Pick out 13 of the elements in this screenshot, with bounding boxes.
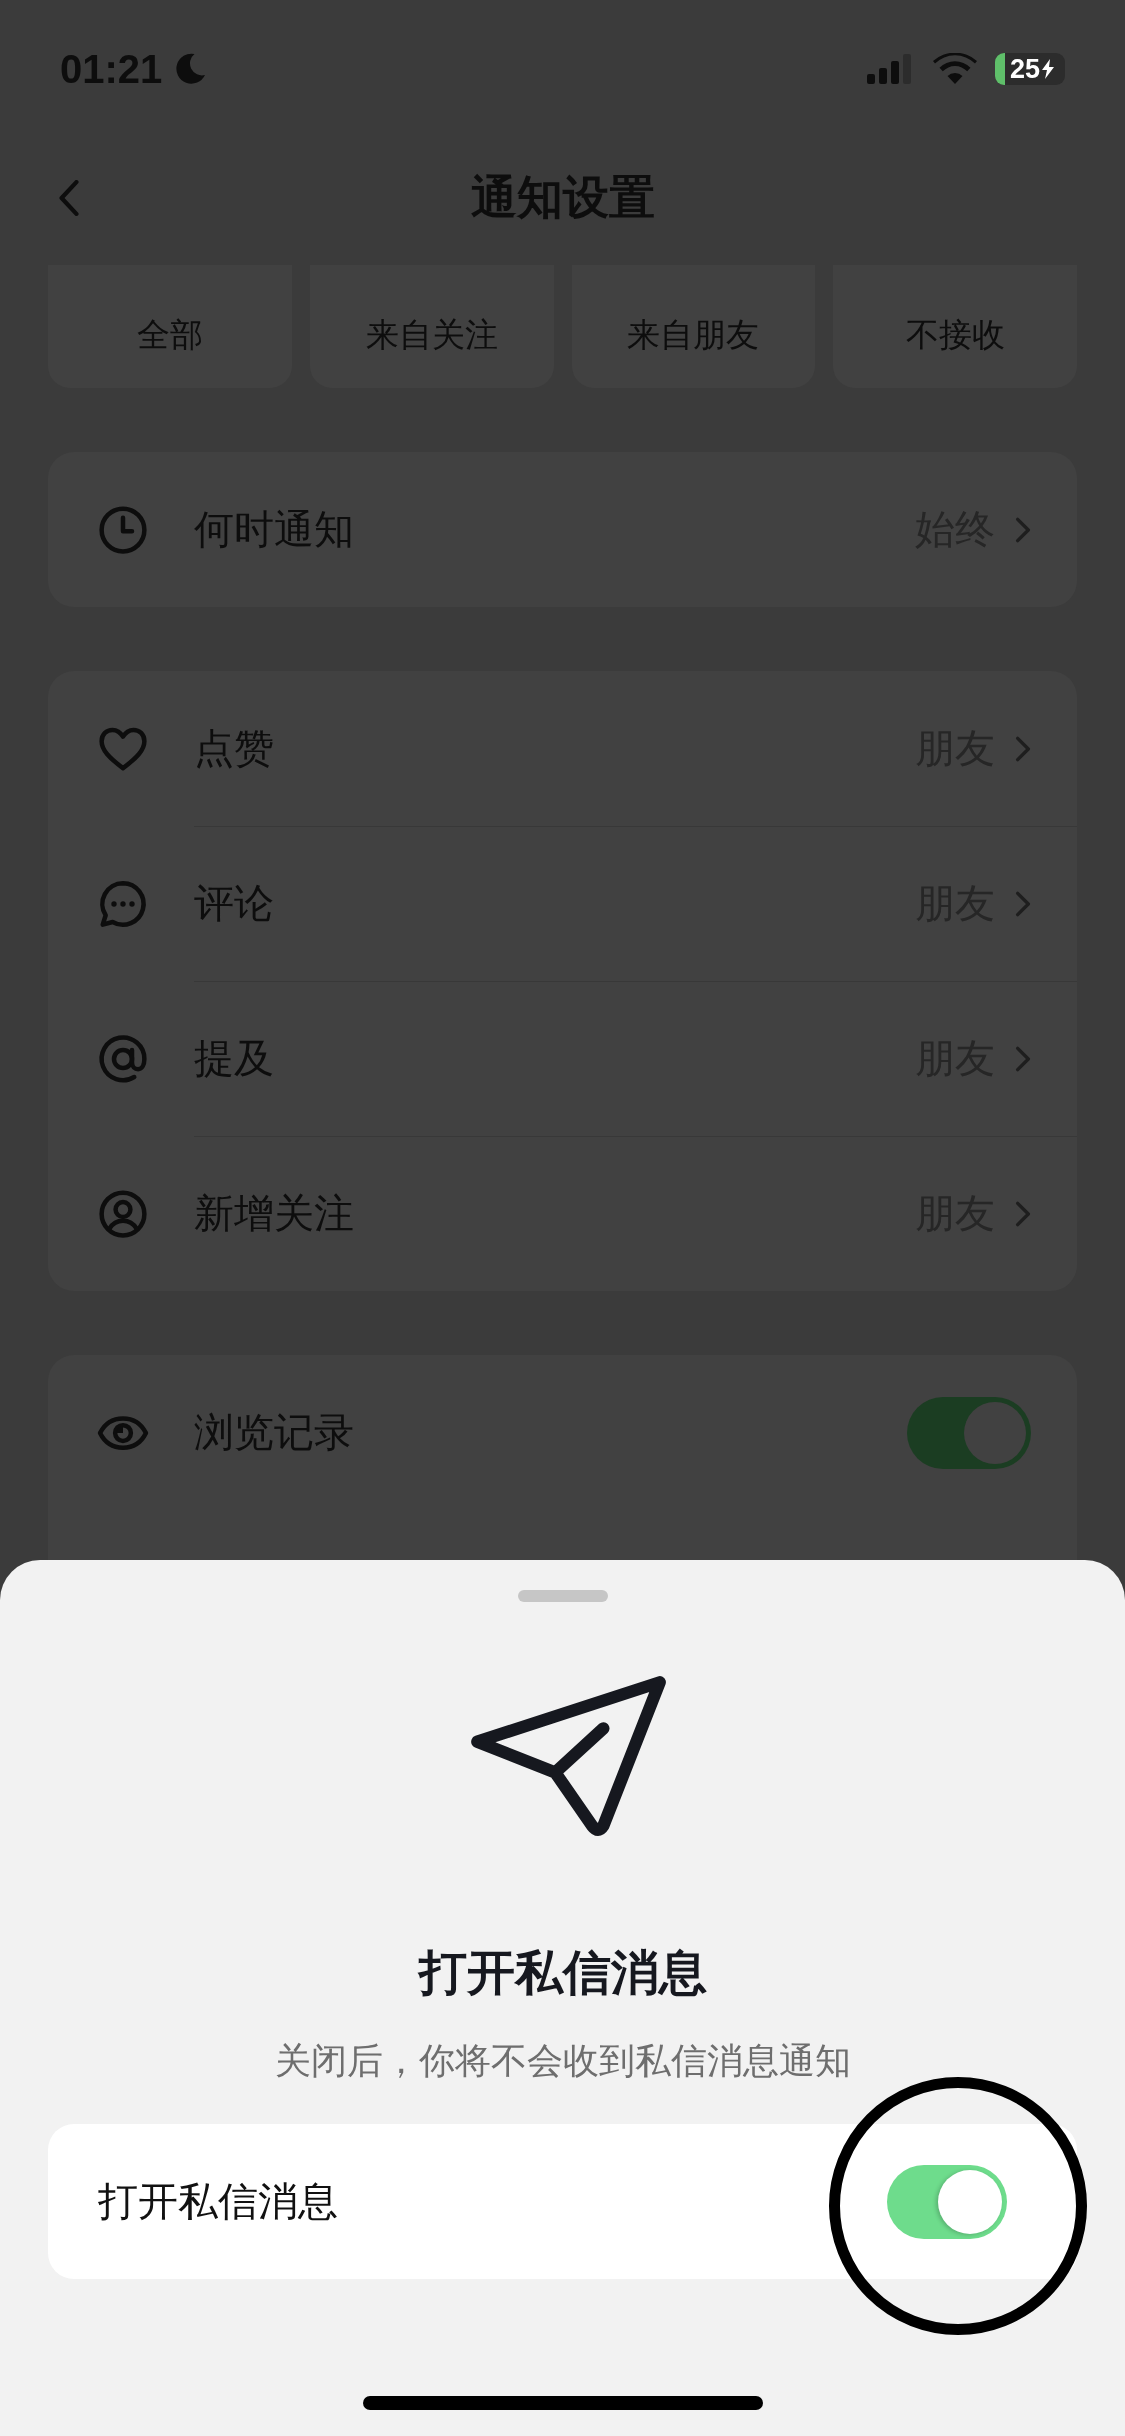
sheet-title: 打开私信消息 xyxy=(418,1943,707,2002)
chevron-right-icon xyxy=(1015,889,1031,918)
sheet-handle[interactable] xyxy=(517,1590,608,1602)
charging-bolt-icon xyxy=(1042,59,1055,79)
chevron-right-icon xyxy=(1015,734,1031,763)
wifi-icon xyxy=(933,53,977,85)
chevron-right-icon xyxy=(1015,1044,1031,1073)
chevron-right-icon xyxy=(1015,515,1031,544)
chevron-right-icon xyxy=(1015,1199,1031,1228)
sheet-description: 关闭后，你将不会收到私信消息通知 xyxy=(274,2039,851,2083)
battery-level-text: 25 xyxy=(1010,53,1041,85)
option-label: 打开私信消息 xyxy=(98,2177,338,2226)
battery-charge-fill xyxy=(995,53,1005,85)
